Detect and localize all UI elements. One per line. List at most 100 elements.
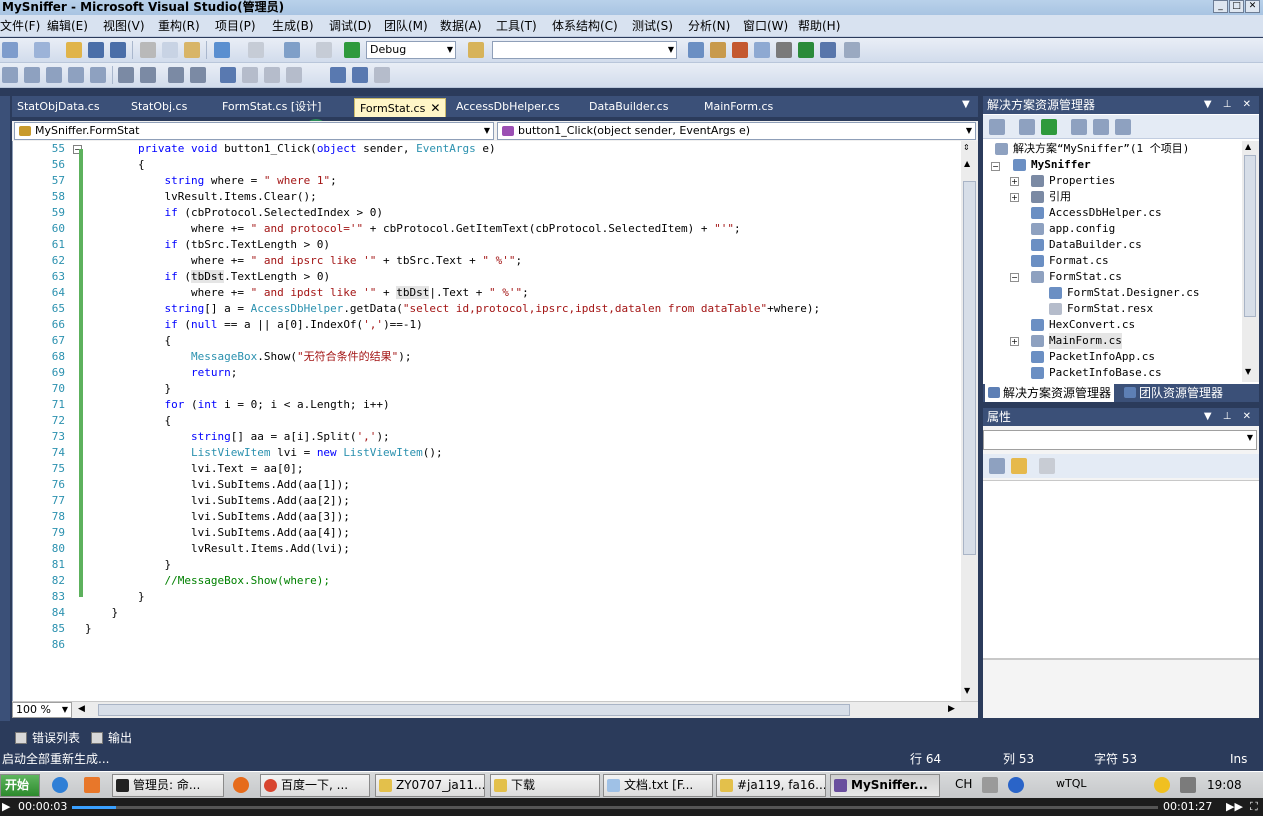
vertical-scroll-thumb[interactable] (963, 181, 976, 555)
find-in-files-icon[interactable] (468, 42, 484, 58)
code-line[interactable]: for (int i = 0; i < a.Length; i++) (85, 397, 389, 413)
expand-icon[interactable]: + (1010, 193, 1019, 202)
scroll-right-icon[interactable]: ▶ (948, 704, 955, 714)
categorized-icon[interactable] (989, 458, 1005, 474)
extension-manager-icon[interactable] (820, 42, 836, 58)
tree-item[interactable]: AccessDbHelper.cs (1049, 205, 1162, 221)
find-combo[interactable]: ▼ (492, 41, 677, 59)
tree-item[interactable]: MainForm.cs (1049, 333, 1122, 349)
tree-item[interactable]: PacketInfoBase.cs (1049, 365, 1162, 381)
tree-item[interactable]: 引用 (1049, 189, 1071, 205)
command-window-icon[interactable] (844, 42, 860, 58)
code-editor[interactable]: 55 56 57 58 59 60 61 62 63 64 65 66 67 6… (12, 141, 978, 701)
navigate-back-icon[interactable] (284, 42, 300, 58)
keyboard-icon[interactable] (982, 777, 998, 793)
save-icon[interactable] (88, 42, 104, 58)
expand-icon[interactable]: + (1010, 177, 1019, 186)
code-line[interactable]: } (85, 589, 145, 605)
scroll-up-icon[interactable]: ▲ (964, 159, 970, 168)
code-line[interactable]: { (85, 333, 171, 349)
object-selector-combo[interactable]: ▼ (983, 430, 1257, 450)
tab-accessdbhelper[interactable]: AccessDbHelper.cs (451, 98, 565, 117)
code-line[interactable]: where += " and protocol='" + cbProtocol.… (85, 221, 741, 237)
task-baidu[interactable]: 百度一下, ... (260, 774, 370, 797)
menu-data[interactable]: 数据(A) (440, 18, 482, 34)
code-line[interactable]: string[] a = AccessDbHelper.getData("sel… (85, 301, 820, 317)
undo-icon[interactable] (214, 42, 230, 58)
menu-architecture[interactable]: 体系结构(C) (552, 18, 618, 34)
open-file-icon[interactable] (66, 42, 82, 58)
show-all-files-icon[interactable] (1019, 119, 1035, 135)
next-bookmark-icon[interactable] (264, 67, 280, 83)
object-browser-icon[interactable] (732, 42, 748, 58)
tray-user[interactable]: wTQL (1056, 777, 1087, 790)
code-line[interactable]: private void button1_Click(object sender… (85, 141, 496, 157)
scroll-down-icon[interactable]: ▼ (1245, 367, 1251, 376)
redo-icon[interactable] (248, 42, 264, 58)
member-combo[interactable]: button1_Click(object sender, EventArgs e… (497, 122, 976, 140)
tab-team-explorer[interactable]: 团队资源管理器 (1121, 384, 1226, 402)
code-line[interactable]: lvi.SubItems.Add(aa[1]); (85, 477, 350, 493)
code-line[interactable]: lvi.Text = aa[0]; (85, 461, 304, 477)
scroll-up-icon[interactable]: ▲ (1245, 142, 1251, 151)
tree-item[interactable]: Format.cs (1049, 253, 1109, 269)
tab-statobjdata[interactable]: StatObjData.cs (12, 98, 105, 117)
fullscreen-icon[interactable]: ⛶ (1250, 798, 1258, 816)
quick-info-icon[interactable] (46, 67, 62, 83)
code-line[interactable]: return; (85, 365, 237, 381)
seek-track[interactable] (72, 806, 1158, 809)
code-line[interactable]: lvi.SubItems.Add(aa[3]); (85, 509, 350, 525)
code-line[interactable]: } (85, 621, 92, 637)
menu-project[interactable]: 项目(P) (215, 18, 256, 34)
menu-debug[interactable]: 调试(D) (329, 18, 372, 34)
tree-item[interactable]: DataBuilder.cs (1049, 237, 1142, 253)
minimize-button[interactable]: _ (1213, 0, 1228, 13)
tree-item[interactable]: FormStat.cs (1049, 269, 1122, 285)
scroll-down-icon[interactable]: ▼ (964, 686, 970, 695)
code-line[interactable]: string where = " where 1"; (85, 173, 336, 189)
tab-error-list[interactable]: 错误列表 (12, 728, 80, 748)
toolbox-strip[interactable] (0, 96, 10, 721)
display-object-member-list-icon[interactable] (2, 67, 18, 83)
code-line[interactable]: if (tbDst.TextLength > 0) (85, 269, 330, 285)
format-icon[interactable] (90, 67, 106, 83)
code-line[interactable]: } (85, 381, 171, 397)
horizontal-scroll-thumb[interactable] (98, 704, 850, 716)
zoom-combo[interactable]: 100 % ▼ (12, 702, 72, 718)
pane-buttons-icon[interactable]: ▼ ⊥ ✕ (1204, 408, 1255, 426)
next-bookmark-folder-icon[interactable] (330, 67, 346, 83)
play-icon[interactable]: ▶ (2, 798, 10, 816)
new-project-icon[interactable] (2, 42, 18, 58)
task-downloads[interactable]: 下载 (490, 774, 600, 797)
tree-item[interactable]: FormStat.resx (1067, 301, 1153, 317)
solution-scroll-thumb[interactable] (1244, 155, 1256, 317)
expand-icon[interactable]: + (1010, 337, 1019, 346)
code-line[interactable]: string[] aa = a[i].Split(','); (85, 429, 390, 445)
task-notepad[interactable]: 文档.txt [F... (603, 774, 713, 797)
complete-word-icon[interactable] (68, 67, 84, 83)
previous-bookmark-icon[interactable] (242, 67, 258, 83)
start-page-icon[interactable] (798, 42, 814, 58)
increase-indent-icon[interactable] (140, 67, 156, 83)
scroll-left-icon[interactable]: ◀ (78, 704, 85, 714)
network-icon[interactable] (1180, 777, 1196, 793)
tree-item[interactable]: PacketInfoApp.cs (1049, 349, 1155, 365)
split-icon[interactable]: ⇕ (963, 143, 970, 152)
collapse-icon[interactable]: − (1010, 273, 1019, 282)
task-cmd[interactable]: 管理员: 命... (112, 774, 224, 797)
menu-team[interactable]: 团队(M) (384, 18, 428, 34)
copy-icon[interactable] (162, 42, 178, 58)
tab-solution-explorer[interactable]: 解决方案资源管理器 (985, 384, 1115, 402)
menu-window[interactable]: 窗口(W) (743, 18, 788, 34)
menu-build[interactable]: 生成(B) (272, 18, 314, 34)
tab-formstat-designer[interactable]: FormStat.cs [设计] (217, 98, 326, 117)
tree-item[interactable]: Properties (1049, 173, 1115, 189)
class-diagram-icon[interactable] (1115, 119, 1131, 135)
next-bookmark-document-icon[interactable] (352, 67, 368, 83)
menu-analyze[interactable]: 分析(N) (688, 18, 730, 34)
collapse-icon[interactable]: − (991, 162, 1000, 171)
code-line[interactable]: MessageBox.Show("无符合条件的结果"); (85, 349, 411, 365)
close-button[interactable]: ✕ (1245, 0, 1260, 13)
property-pages-icon[interactable] (1039, 458, 1055, 474)
maximize-button[interactable]: □ (1229, 0, 1244, 13)
